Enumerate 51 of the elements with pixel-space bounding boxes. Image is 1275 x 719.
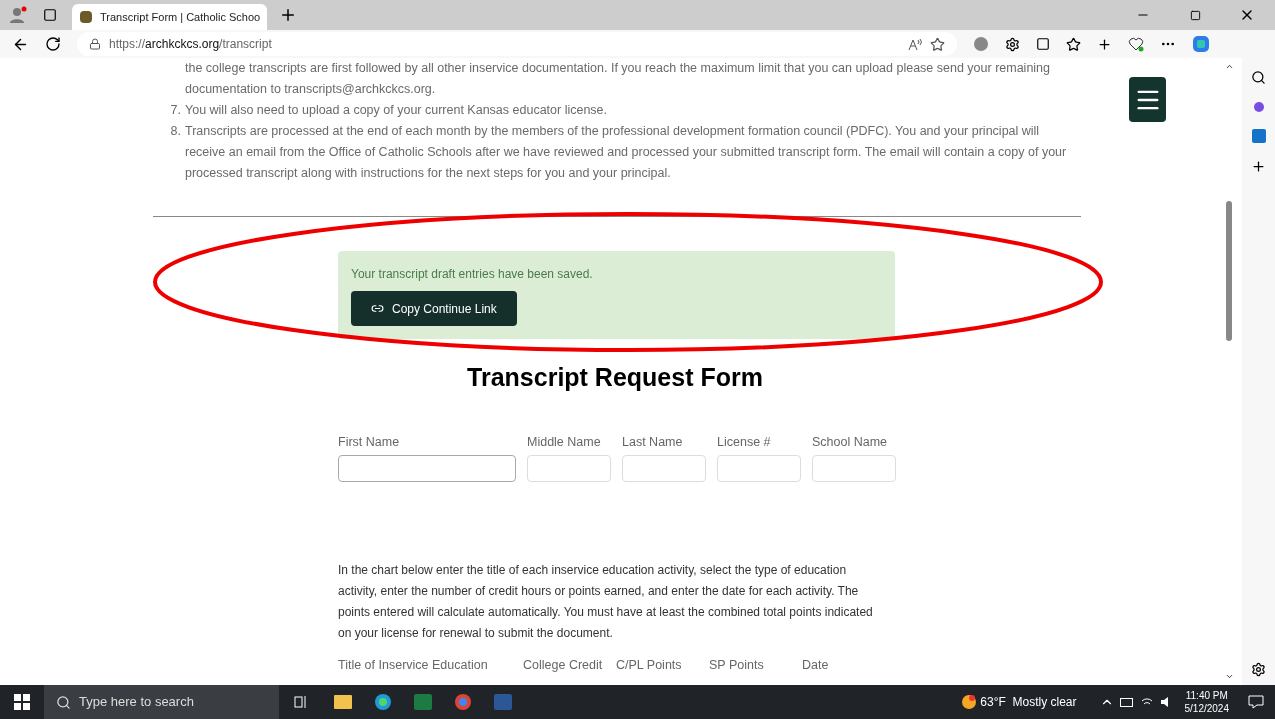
field-label: Middle Name bbox=[527, 433, 602, 451]
column-header: Title of Inservice Education bbox=[338, 657, 489, 675]
text-field[interactable] bbox=[338, 455, 516, 483]
search-icon[interactable] bbox=[1251, 70, 1266, 85]
instruction-text: You will also need to upload a copy of your current Kansas educator license. bbox=[185, 102, 608, 119]
clock-time[interactable]: 11:40 PM bbox=[1185, 689, 1228, 702]
link-icon bbox=[371, 302, 384, 315]
extensions-icon[interactable] bbox=[1005, 36, 1020, 52]
tab-title: Transcript Form | Catholic Schoo bbox=[100, 9, 261, 25]
taskbar-search-field[interactable]: Type here to search bbox=[44, 685, 279, 719]
collections-icon[interactable] bbox=[1097, 36, 1112, 52]
weather-text[interactable]: 63°F Mostly clear bbox=[980, 693, 1077, 711]
extension-icon[interactable] bbox=[973, 36, 989, 52]
add-icon[interactable] bbox=[1251, 159, 1266, 174]
copy-link-button[interactable]: Copy Continue Link bbox=[351, 291, 517, 326]
field-label: Last Name bbox=[622, 433, 684, 451]
field-label: School Name bbox=[812, 433, 889, 451]
scroll-down-icon[interactable] bbox=[1224, 672, 1234, 681]
address-bar[interactable]: https://archkckcs.org/transcript bbox=[77, 32, 957, 56]
instructions-paragraph: In the chart below enter the title of each inservice education activity, select the type of education activity, enter the number of credit hours or points earned, and enter the date for each activity. The points entered will calculate automatically. You must have at least the combined total points indicated on your license for renewal to submit the document. bbox=[338, 562, 874, 643]
column-header: Date bbox=[802, 657, 830, 675]
instruction-text: documentation to transcripts@archkckcs.org. bbox=[185, 81, 437, 98]
health-icon[interactable] bbox=[1128, 36, 1144, 52]
list-number: 7. bbox=[169, 102, 182, 119]
favorite-star-icon[interactable] bbox=[930, 36, 945, 52]
read-aloud-icon[interactable] bbox=[908, 37, 922, 51]
form-title: Transcript Request Form bbox=[466, 362, 764, 393]
split-screen-icon[interactable] bbox=[1036, 37, 1050, 51]
field-label: First Name bbox=[338, 433, 401, 451]
field-label: License # bbox=[717, 433, 772, 451]
site-icon bbox=[80, 11, 92, 23]
alert-message: Your transcript draft entries have been saved. bbox=[351, 266, 593, 283]
column-header: SP Points bbox=[709, 657, 765, 675]
clock-date[interactable]: 5/12/2024 bbox=[1184, 702, 1229, 715]
browser-tab[interactable]: Transcript Form | Catholic Schoo bbox=[72, 4, 267, 30]
column-header: C/PL Points bbox=[616, 657, 683, 675]
new-tab-icon[interactable] bbox=[279, 6, 297, 24]
search-icon bbox=[56, 694, 71, 710]
menu-button[interactable] bbox=[1129, 77, 1166, 122]
refresh-icon[interactable] bbox=[45, 36, 61, 52]
lock-icon bbox=[89, 38, 101, 50]
sidebar-app-icon[interactable] bbox=[1252, 101, 1265, 113]
search-placeholder: Type here to search bbox=[79, 693, 194, 712]
settings-icon[interactable] bbox=[1251, 662, 1266, 677]
instruction-text: the college transcripts are first followed by all other inservice documentation. If you reach the maximum limit that you can upload please send your remaining bbox=[185, 60, 1052, 77]
column-header: College Credit bbox=[523, 657, 604, 675]
instruction-text: Transcripts are processed at the end of each month by the members of the professional development formation council (PDFC). You and your principal will receive an email from the Office of Catholic Schools after we have reviewed and processed your submitted transcript form. The email will contain a copy of your processed transcript along with instructions for the next steps for you and your principal. bbox=[185, 123, 1068, 182]
list-number: 8. bbox=[169, 123, 182, 140]
scroll-up-icon[interactable] bbox=[1224, 62, 1234, 71]
favorites-icon[interactable] bbox=[1066, 36, 1081, 52]
profile-icon[interactable] bbox=[8, 5, 28, 25]
